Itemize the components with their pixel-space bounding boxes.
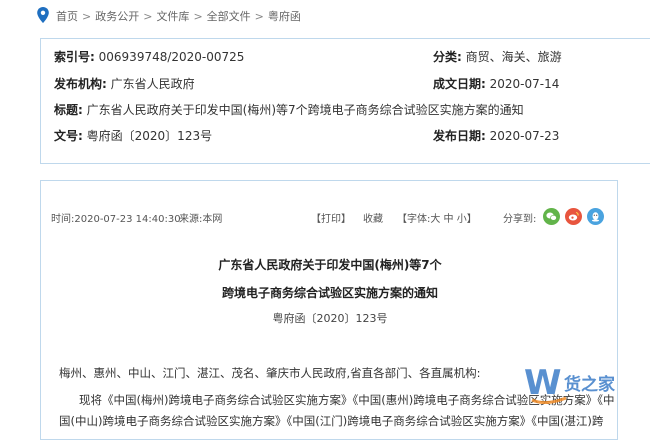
- logo-letter: W: [524, 363, 562, 403]
- share-label: 分享到:: [503, 214, 537, 225]
- collect-link[interactable]: 收藏: [363, 210, 383, 225]
- doc-number-row: 文号: 粤府函〔2020〕123号: [54, 127, 212, 144]
- weibo-icon[interactable]: [565, 208, 582, 225]
- document-metadata-panel: 索引号: 006939748/2020-00725 分类: 商贸、海关、旅游 发…: [40, 38, 650, 164]
- breadcrumb-gov-open[interactable]: 政务公开: [95, 10, 139, 23]
- logo-graphic: W 货之家: [524, 363, 615, 405]
- logo-text: 货之家: [564, 374, 615, 395]
- location-pin-icon: [37, 7, 49, 23]
- category-label: 分类:: [433, 50, 462, 64]
- breadcrumb-separator: >: [143, 10, 153, 23]
- article-doc-number: 粤府函〔2020〕123号: [272, 312, 388, 325]
- doc-number-value: 粤府函〔2020〕123号: [86, 129, 213, 143]
- article-paragraph-line-2: 国(中山)跨境电子商务综合试验区实施方案》《中国(江门)跨境电子商务综合试验区实…: [59, 414, 604, 428]
- index-number-row: 索引号: 006939748/2020-00725: [54, 48, 244, 65]
- print-link[interactable]: 【打印】: [311, 210, 351, 225]
- publish-date-value: 2020-07-23: [489, 129, 560, 143]
- date-made-row: 成文日期: 2020-07-14: [433, 75, 559, 92]
- date-made-value: 2020-07-14: [489, 77, 560, 91]
- issuer-label: 发布机构:: [54, 77, 107, 91]
- breadcrumb-home[interactable]: 首页: [56, 10, 78, 23]
- category-value: 商贸、海关、旅游: [465, 50, 562, 64]
- article-addressee: 梅州、惠州、中山、江门、湛江、茂名、肇庆市人民政府,省直各部门、各直属机构:: [59, 366, 481, 380]
- breadcrumb-file-library[interactable]: 文件库: [156, 10, 189, 23]
- publish-date-label: 发布日期:: [433, 129, 486, 143]
- article-title-line-2: 跨境电子商务综合试验区实施方案的通知: [221, 286, 438, 300]
- breadcrumb-current: 粤府函: [267, 10, 301, 23]
- breadcrumb-all-files[interactable]: 全部文件: [207, 10, 251, 23]
- font-size-control[interactable]: 【字体:大 中 小】: [397, 210, 477, 225]
- publish-date-row: 发布日期: 2020-07-23: [433, 127, 559, 144]
- date-made-label: 成文日期:: [433, 77, 486, 91]
- breadcrumb-separator: >: [254, 10, 264, 23]
- qq-icon[interactable]: [587, 208, 604, 225]
- huozhijia-watermark-logo: W 货之家: [522, 360, 650, 405]
- doc-number-label: 文号:: [54, 129, 83, 143]
- publish-time: 时间:2020-07-23 14:40:30: [51, 214, 181, 225]
- wechat-icon[interactable]: [543, 208, 560, 225]
- title-value: 广东省人民政府关于印发中国(梅州)等7个跨境电子商务综合试验区实施方案的通知: [86, 103, 524, 117]
- article-title-line-1: 广东省人民政府关于印发中国(梅州)等7个: [218, 258, 442, 272]
- issuer-value: 广东省人民政府: [110, 77, 195, 91]
- index-number-value: 006939748/2020-00725: [98, 50, 245, 64]
- article-source: 来源:本网: [179, 214, 223, 225]
- title-row: 标题: 广东省人民政府关于印发中国(梅州)等7个跨境电子商务综合试验区实施方案的…: [54, 101, 524, 118]
- index-number-label: 索引号:: [54, 50, 95, 64]
- article-toolbar: 时间:2020-07-23 14:40:30 来源:本网 【打印】 收藏 【字体…: [51, 208, 611, 226]
- title-label: 标题:: [54, 103, 83, 117]
- breadcrumb: 首页 > 政务公开 > 文件库 > 全部文件 > 粤府函: [0, 0, 650, 30]
- issuer-row: 发布机构: 广东省人民政府: [54, 75, 195, 92]
- breadcrumb-separator: >: [193, 10, 203, 23]
- breadcrumb-separator: >: [82, 10, 92, 23]
- category-row: 分类: 商贸、海关、旅游: [433, 48, 562, 65]
